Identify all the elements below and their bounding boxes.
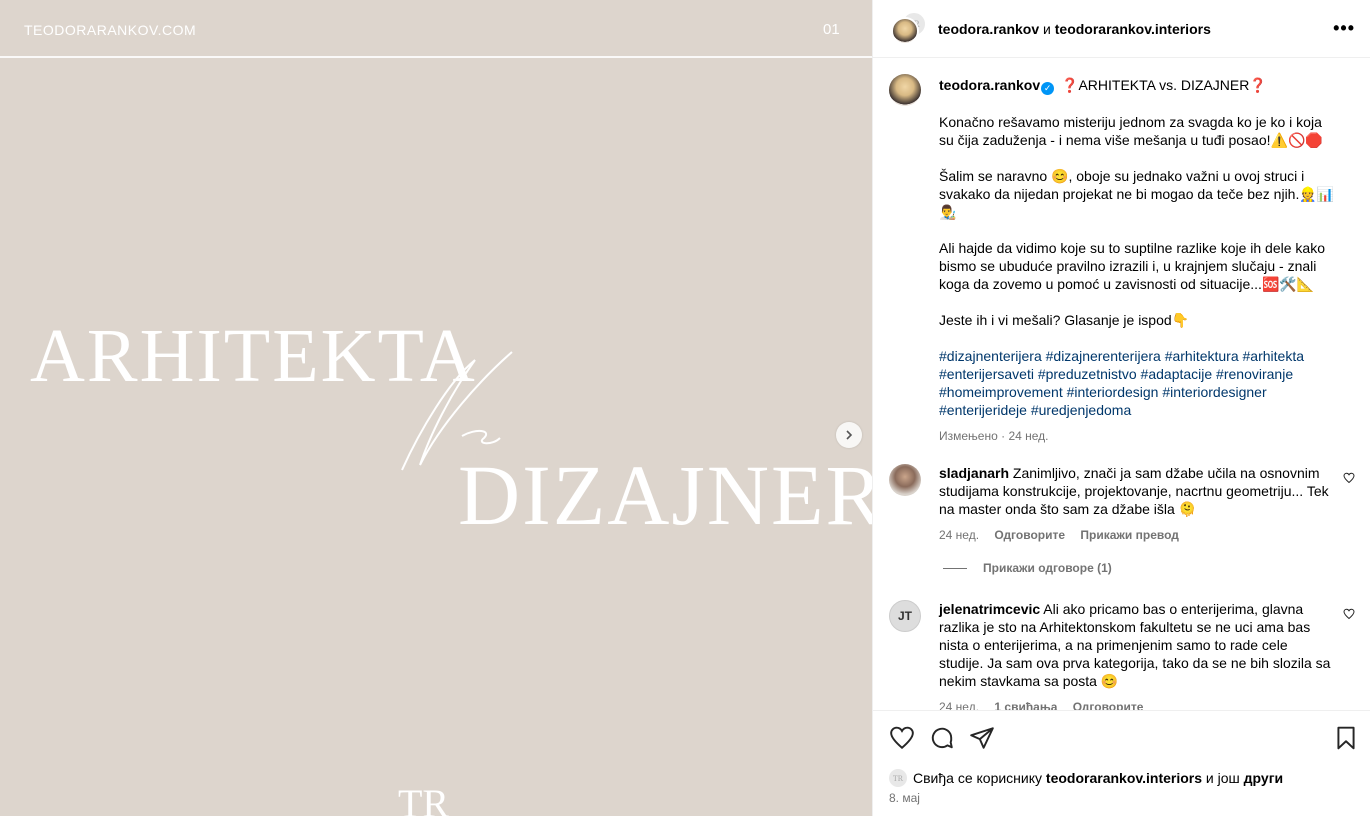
author-avatar[interactable] bbox=[891, 17, 919, 45]
reply-button[interactable]: Одговорите bbox=[1073, 700, 1144, 710]
comments-scroll-area[interactable]: teodora.rankov ✓ ❓ARHITEKTA vs. DIZAJNER❓… bbox=[873, 58, 1370, 710]
header-usernames: teodora.rankov и teodorarankov.interiors bbox=[938, 21, 1211, 37]
comment-like-button[interactable] bbox=[1343, 472, 1355, 487]
heart-icon bbox=[1343, 608, 1355, 620]
caption-paragraph-3: Ali hajde da vidimo koje su to suptilne … bbox=[939, 240, 1325, 292]
caption-hashtags[interactable]: #dizajnenterijera #dizajnerenterijera #a… bbox=[939, 347, 1339, 419]
post-actions: TR Свиђа се кориснику teodorarankov.inte… bbox=[873, 710, 1370, 816]
caption-meta: Измењено · 24 нед. bbox=[939, 429, 1049, 443]
post-header: TR teodora.rankov и teodorarankov.interi… bbox=[873, 0, 1370, 58]
likes-user[interactable]: teodorarankov.interiors bbox=[1046, 770, 1202, 786]
comment-username[interactable]: jelenatrimcevic bbox=[939, 601, 1040, 617]
image-monogram: TR bbox=[398, 781, 450, 816]
caption-title: ❓ARHITEKTA vs. DIZAJNER❓ bbox=[1061, 77, 1267, 93]
comment-time[interactable]: 24 нед. bbox=[939, 528, 979, 542]
likes-others[interactable]: други bbox=[1244, 770, 1283, 786]
save-button[interactable] bbox=[1333, 725, 1359, 751]
more-horizontal-icon: ••• bbox=[1333, 18, 1355, 38]
view-replies-label: Прикажи одговоре (1) bbox=[983, 561, 1112, 575]
image-site-text: TEODORARANKOV.COM bbox=[24, 22, 197, 38]
comment-likes[interactable]: 1 свиђања bbox=[994, 700, 1057, 710]
post-image[interactable]: TEODORARANKOV.COM 01 ARHITEKTA DIZAJNER … bbox=[0, 0, 872, 816]
share-icon bbox=[970, 727, 994, 749]
chevron-right-icon bbox=[846, 430, 853, 440]
image-divider bbox=[0, 56, 872, 58]
header-conjunction: и bbox=[1043, 21, 1051, 37]
caption-paragraph-4: Jeste ih i vi mešali? Glasanje je ispod👇 bbox=[939, 312, 1190, 328]
more-options-button[interactable]: ••• bbox=[1333, 18, 1355, 39]
comment-time[interactable]: 24 нед. bbox=[939, 700, 979, 710]
liker-avatar[interactable]: TR bbox=[889, 769, 907, 787]
caption-username[interactable]: teodora.rankov bbox=[939, 77, 1040, 93]
bookmark-icon bbox=[1337, 726, 1355, 750]
header-user2[interactable]: teodorarankov.interiors bbox=[1055, 21, 1211, 37]
commenter-avatar[interactable]: JT bbox=[889, 600, 921, 632]
reply-button[interactable]: Одговорите bbox=[994, 528, 1065, 542]
verified-badge-icon: ✓ bbox=[1041, 82, 1055, 95]
comment-button[interactable] bbox=[929, 725, 955, 751]
translate-button[interactable]: Прикажи превод bbox=[1080, 528, 1179, 542]
comment-like-button[interactable] bbox=[1343, 608, 1355, 623]
post-caption: teodora.rankov ✓ ❓ARHITEKTA vs. DIZAJNER❓… bbox=[939, 76, 1339, 445]
comment-username[interactable]: sladjanarh bbox=[939, 465, 1009, 481]
likes-summary: TR Свиђа се кориснику teodorarankov.inte… bbox=[889, 769, 1283, 787]
likes-middle: и још bbox=[1205, 770, 1240, 786]
header-user1[interactable]: teodora.rankov bbox=[938, 21, 1039, 37]
heart-icon bbox=[890, 726, 914, 750]
post-date[interactable]: 8. мај bbox=[889, 791, 920, 805]
image-title-line2: DIZAJNER bbox=[458, 447, 872, 543]
next-slide-button[interactable] bbox=[836, 422, 862, 448]
image-page-number: 01 bbox=[823, 21, 840, 38]
heart-icon bbox=[1343, 472, 1355, 484]
replies-line bbox=[943, 568, 967, 570]
caption-avatar[interactable] bbox=[889, 74, 921, 106]
caption-paragraph-2: Šalim se naravno 😊, oboje su jednako važ… bbox=[939, 168, 1335, 220]
view-replies-button[interactable]: Прикажи одговоре (1) bbox=[943, 561, 1112, 575]
post-side-panel: TR teodora.rankov и teodorarankov.interi… bbox=[872, 0, 1370, 816]
comment-icon bbox=[931, 727, 953, 749]
share-button[interactable] bbox=[969, 725, 995, 751]
caption-paragraph-1: Konačno rešavamo misteriju jednom za sva… bbox=[939, 114, 1323, 148]
likes-prefix: Свиђа се кориснику bbox=[913, 770, 1043, 786]
like-button[interactable] bbox=[889, 725, 915, 751]
commenter-avatar[interactable] bbox=[889, 464, 921, 496]
